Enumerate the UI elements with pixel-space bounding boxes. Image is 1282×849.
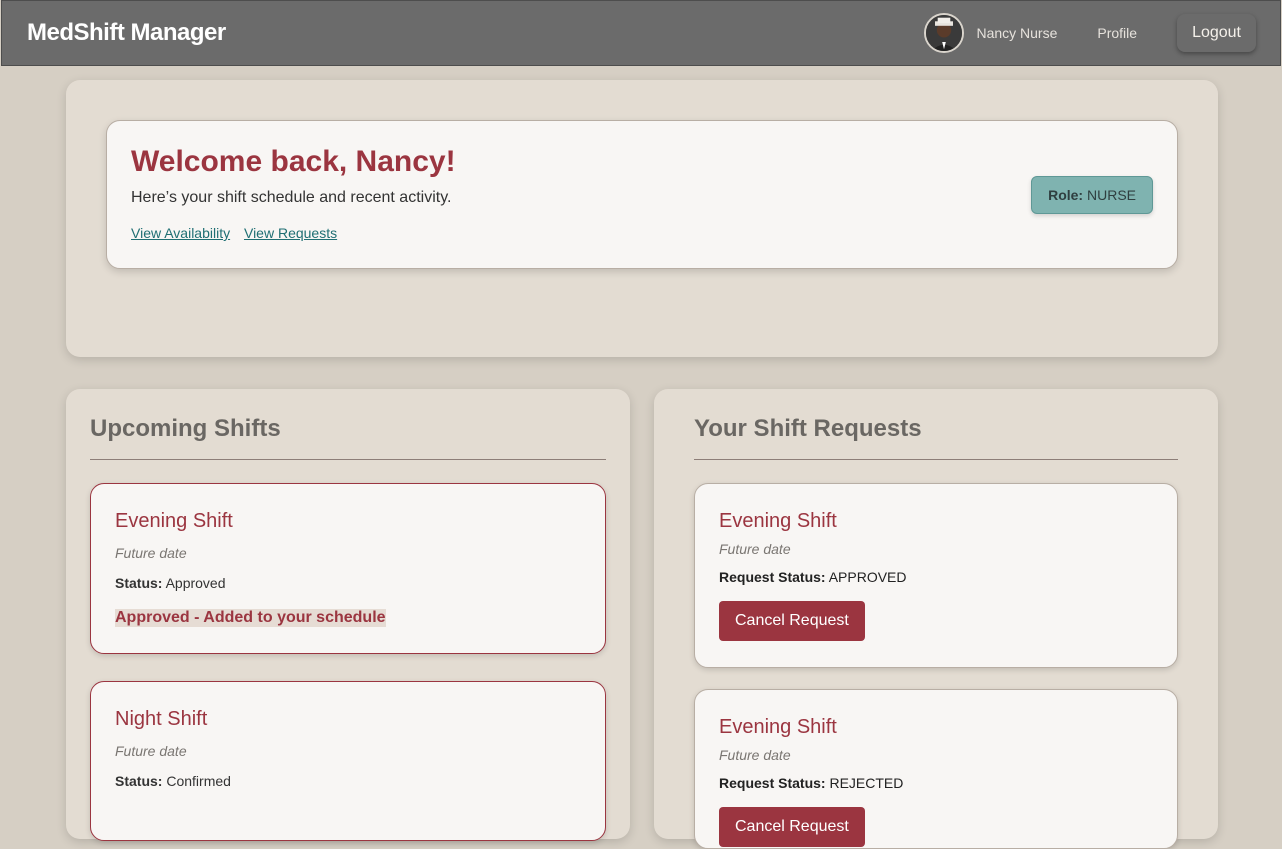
welcome-subtitle: Here’s your shift schedule and recent ac…: [131, 189, 452, 206]
avatar-image: [926, 15, 963, 51]
view-requests-link[interactable]: View Requests: [244, 225, 337, 241]
request-status: Request Status: APPROVED: [719, 569, 1153, 585]
shift-status-label: Status:: [115, 773, 163, 789]
request-date: Future date: [719, 541, 791, 557]
shift-requests-panel: Your Shift Requests Evening Shift Future…: [654, 389, 1218, 849]
request-status-value: APPROVED: [828, 569, 907, 585]
nav-right: Nancy Nurse Profile Logout: [924, 13, 1256, 53]
shift-status-value: Approved: [165, 575, 226, 591]
shift-status-label: Status:: [115, 575, 163, 591]
app-brand[interactable]: MedShift Manager: [27, 19, 226, 47]
role-badge-value: NURSE: [1086, 187, 1136, 203]
shift-date: Future date: [115, 545, 187, 561]
shift-status: Status: Approved: [115, 575, 581, 591]
request-shift-name: Evening Shift: [719, 716, 837, 738]
shift-date: Future date: [115, 743, 187, 759]
cancel-request-button[interactable]: Cancel Request: [719, 601, 865, 641]
user-name: Nancy Nurse: [976, 25, 1058, 41]
welcome-links: View Availability View Requests: [131, 225, 1153, 241]
shift-status: Status: Confirmed: [115, 773, 581, 789]
request-status: Request Status: REJECTED: [719, 775, 1153, 791]
top-navbar: MedShift Manager Nancy Nurse Profile Log…: [1, 0, 1281, 66]
view-availability-link[interactable]: View Availability: [131, 225, 230, 241]
shift-card: Evening Shift Future date Status: Approv…: [90, 483, 606, 654]
upcoming-shifts-panel: Upcoming Shifts Evening Shift Future dat…: [66, 389, 630, 841]
request-card: Evening Shift Future date Request Status…: [694, 689, 1178, 849]
role-badge: Role: NURSE: [1031, 176, 1153, 214]
welcome-title: Welcome back, Nancy!: [131, 145, 456, 178]
shift-card: Night Shift Future date Status: Confirme…: [90, 681, 606, 841]
shift-requests-title: Your Shift Requests: [694, 415, 1178, 460]
request-status-label: Request Status:: [719, 569, 826, 585]
shift-name: Evening Shift: [115, 510, 233, 532]
request-status-label: Request Status:: [719, 775, 826, 791]
welcome-card: Welcome back, Nancy! Here’s your shift s…: [106, 120, 1178, 269]
request-card: Evening Shift Future date Request Status…: [694, 483, 1178, 668]
shift-name: Night Shift: [115, 708, 208, 730]
approved-note: Approved - Added to your schedule: [115, 609, 386, 627]
shift-status-value: Confirmed: [166, 773, 231, 789]
welcome-panel: Welcome back, Nancy! Here’s your shift s…: [66, 80, 1218, 357]
avatar[interactable]: [924, 13, 965, 53]
request-shift-name: Evening Shift: [719, 510, 837, 532]
role-badge-label: Role:: [1048, 187, 1084, 203]
logout-button[interactable]: Logout: [1177, 14, 1256, 52]
request-date: Future date: [719, 747, 791, 763]
upcoming-shifts-title: Upcoming Shifts: [90, 415, 606, 460]
request-status-value: REJECTED: [829, 775, 904, 791]
nav-profile-link[interactable]: Profile: [1097, 25, 1137, 41]
cancel-request-button[interactable]: Cancel Request: [719, 807, 865, 847]
